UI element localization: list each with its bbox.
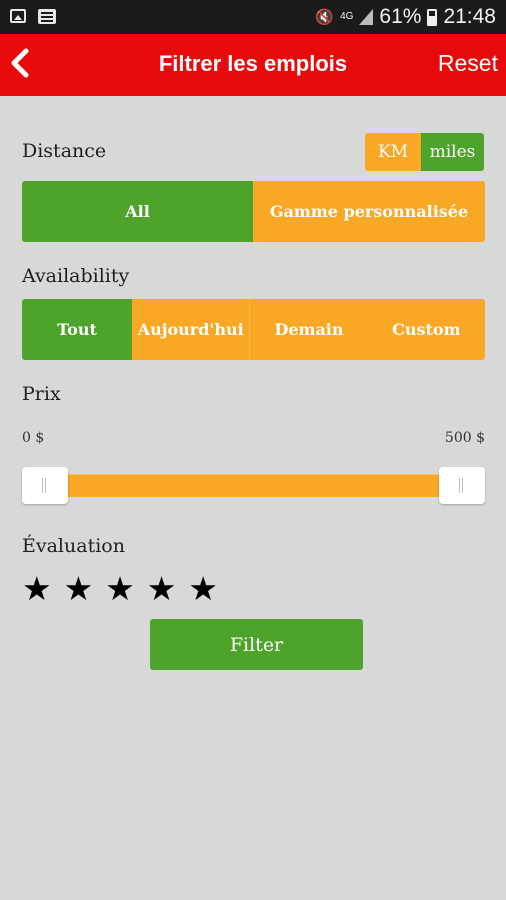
distance-label: Distance: [22, 140, 107, 162]
price-slider-track[interactable]: [44, 474, 464, 497]
rating-star-icon[interactable]: ★: [22, 571, 52, 607]
unit-miles-option[interactable]: miles: [421, 133, 484, 171]
rating-stars: ★ ★ ★ ★ ★: [22, 571, 218, 607]
rating-label: Évaluation: [22, 535, 125, 557]
app-header: Filtrer les emplois Reset: [0, 34, 506, 96]
filter-button[interactable]: Filter: [150, 619, 363, 670]
distance-range-segment: All Gamme personnalisée: [22, 181, 485, 242]
clock: 21:48: [443, 5, 496, 28]
battery-percent: 61%: [379, 5, 422, 28]
news-notification-icon: [38, 9, 56, 24]
rating-star-icon[interactable]: ★: [147, 571, 177, 607]
unit-km-option[interactable]: KM: [365, 133, 421, 171]
rating-star-icon[interactable]: ★: [105, 571, 135, 607]
availability-tomorrow-option[interactable]: Demain: [249, 299, 368, 360]
battery-icon: [427, 8, 438, 26]
distance-all-option[interactable]: All: [22, 181, 253, 242]
availability-segment: Tout Aujourd'hui Demain Custom: [22, 299, 485, 360]
availability-label: Availability: [22, 265, 130, 287]
price-slider-min-handle[interactable]: [22, 467, 68, 504]
availability-all-option[interactable]: Tout: [22, 299, 132, 360]
price-max-value: 500 $: [444, 430, 485, 446]
signal-icon: [359, 9, 374, 25]
vibrate-mute-icon: 🔇: [315, 9, 335, 26]
rating-star-icon[interactable]: ★: [64, 571, 94, 607]
price-label: Prix: [22, 383, 61, 405]
gallery-notification-icon: [10, 9, 26, 23]
availability-custom-option[interactable]: Custom: [367, 299, 485, 360]
price-slider-max-handle[interactable]: [439, 467, 485, 504]
reset-button[interactable]: Reset: [438, 50, 498, 77]
network-type: 4G: [340, 11, 354, 22]
page-title: Filtrer les emplois: [158, 51, 348, 76]
distance-custom-range-option[interactable]: Gamme personnalisée: [253, 181, 485, 242]
status-bar: 🔇 4G 61% 21:48: [0, 0, 506, 34]
distance-unit-toggle: KM miles: [365, 133, 484, 171]
rating-star-icon[interactable]: ★: [188, 571, 218, 607]
price-min-value: 0 $: [22, 430, 45, 446]
availability-today-option[interactable]: Aujourd'hui: [132, 299, 250, 360]
